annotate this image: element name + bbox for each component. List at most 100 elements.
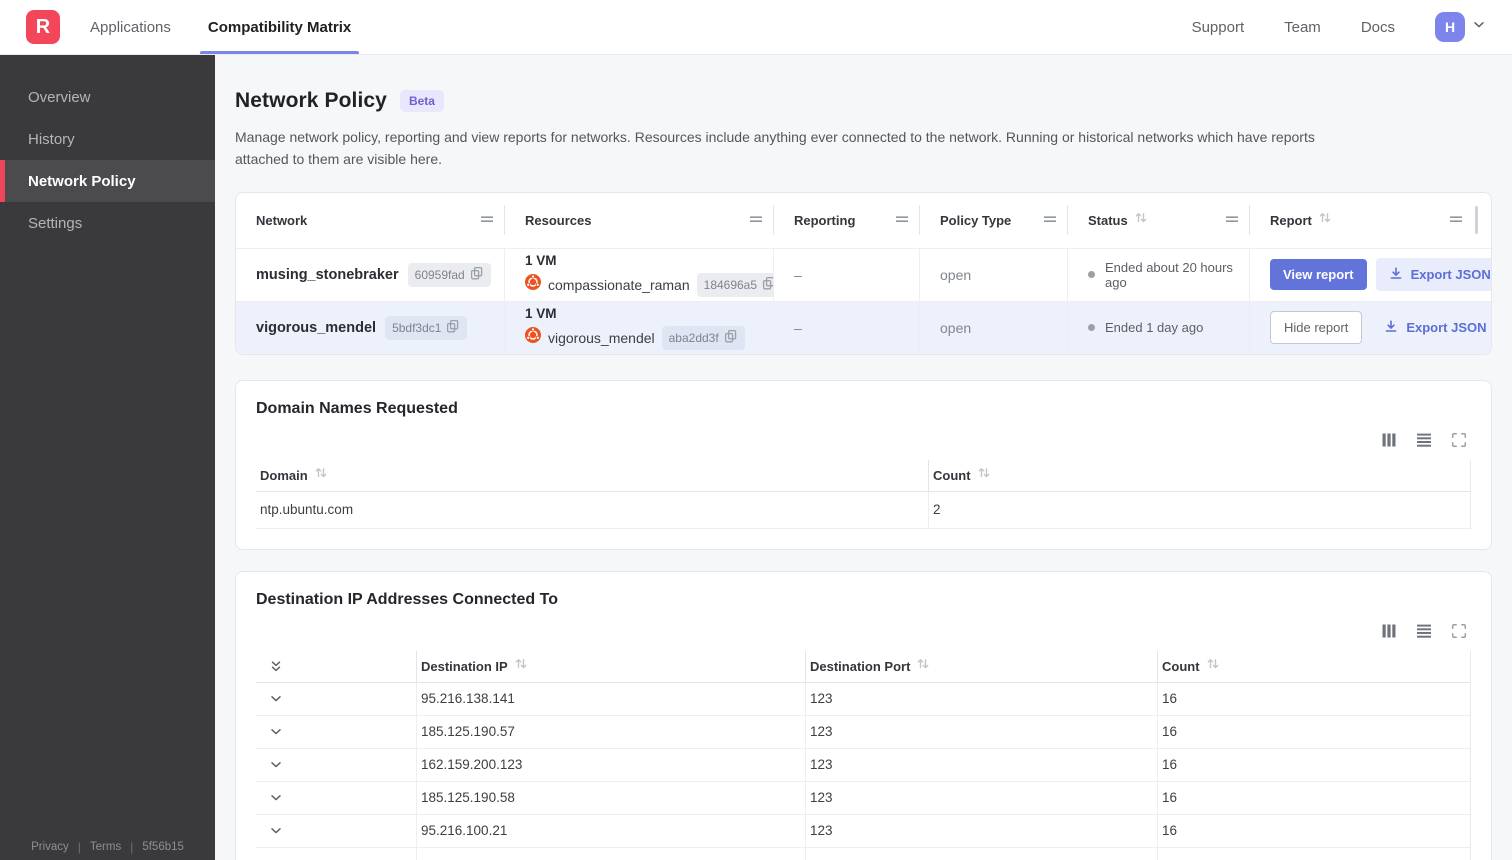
drag-handle-icon[interactable] <box>1449 211 1463 229</box>
table-row[interactable]: 95.216.100.21 123 16 <box>256 814 1470 848</box>
network-name: musing_stonebraker <box>256 266 399 283</box>
column-header-policy-type[interactable]: Policy Type <box>920 205 1068 236</box>
column-label: Destination IP <box>421 658 508 674</box>
copy-icon[interactable] <box>724 329 738 347</box>
ubuntu-icon <box>524 273 542 295</box>
expand-all-icon[interactable] <box>269 659 283 673</box>
columns-icon[interactable] <box>1381 623 1397 639</box>
sort-icon[interactable] <box>1134 211 1148 229</box>
drag-handle-icon[interactable] <box>749 211 763 229</box>
column-label: Status <box>1088 212 1128 228</box>
column-header-resources[interactable]: Resources <box>505 205 774 236</box>
table-row[interactable]: ntp.ubuntu.com 2 <box>256 491 1470 529</box>
sidebar-item-overview[interactable]: Overview <box>0 76 215 118</box>
beta-badge: Beta <box>399 90 444 112</box>
copy-icon[interactable] <box>762 276 773 294</box>
hash-text: 5bdf3dc1 <box>392 320 442 335</box>
drag-handle-icon[interactable] <box>1225 211 1239 229</box>
resource-name: vigorous_mendel <box>548 329 655 346</box>
resource-hash-pill[interactable]: 184696a5 <box>696 272 773 297</box>
sidebar-item-settings[interactable]: Settings <box>0 202 215 244</box>
table-row[interactable]: vigorous_mendel 5bdf3dc1 1 VM vigorous_m… <box>236 300 1491 354</box>
header-scroll-thumb[interactable] <box>1475 206 1478 235</box>
network-hash-pill[interactable]: 60959fad <box>407 262 491 287</box>
resource-hash-pill[interactable]: aba2dd3f <box>661 325 745 350</box>
copy-icon[interactable] <box>446 319 460 337</box>
sidebar-item-history[interactable]: History <box>0 118 215 160</box>
drag-handle-icon[interactable] <box>895 211 909 229</box>
tab-compatibility-matrix[interactable]: Compatibility Matrix <box>199 0 360 54</box>
expand-row-icon[interactable] <box>269 758 283 772</box>
page-description: Manage network policy, reporting and vie… <box>235 129 1315 168</box>
column-label: Report <box>1270 212 1312 228</box>
networks-table-header: Network Resources Reporting Policy Type <box>236 193 1491 248</box>
column-label: Domain <box>260 467 308 483</box>
drag-handle-icon[interactable] <box>480 211 494 229</box>
column-header-destination-port[interactable]: Destination Port <box>806 650 1158 682</box>
nav-link-support[interactable]: Support <box>1192 19 1245 36</box>
table-row[interactable]: 185.125.190.57 123 16 <box>256 715 1470 749</box>
sort-icon[interactable] <box>1318 211 1332 229</box>
tab-applications[interactable]: Applications <box>88 0 173 54</box>
sort-icon[interactable] <box>977 466 991 484</box>
expand-row-icon[interactable] <box>269 791 283 805</box>
domains-card-title: Domain Names Requested <box>256 399 458 417</box>
domains-card: Domain Names Requested Domain Count ntp.… <box>235 379 1492 550</box>
page-title: Network Policy <box>235 89 387 112</box>
privacy-link[interactable]: Privacy <box>31 841 69 853</box>
fullscreen-icon[interactable] <box>1451 432 1467 448</box>
view-report-button[interactable]: View report <box>1270 259 1367 291</box>
column-header-report[interactable]: Report <box>1250 205 1488 235</box>
nav-link-team[interactable]: Team <box>1284 19 1321 36</box>
reporting-value: – <box>794 319 802 336</box>
column-header-count[interactable]: Count <box>1158 651 1470 682</box>
network-hash-pill[interactable]: 5bdf3dc1 <box>385 315 468 340</box>
status-text: Ended 1 day ago <box>1105 320 1204 336</box>
table-row[interactable]: 162.159.200.123 123 16 <box>256 748 1470 782</box>
column-header-status[interactable]: Status <box>1068 205 1250 236</box>
build-version: 5f56b15 <box>142 841 184 853</box>
domains-table: Domain Count ntp.ubuntu.com 2 <box>256 459 1471 529</box>
column-header-reporting[interactable]: Reporting <box>774 205 920 236</box>
table-row[interactable]: 95.216.138.141 123 16 <box>256 682 1470 716</box>
column-label: Network <box>256 212 308 228</box>
ubuntu-icon <box>524 326 542 348</box>
fullscreen-icon[interactable] <box>1451 623 1467 639</box>
export-json-label: Export JSON <box>1406 320 1487 336</box>
resource-name: compassionate_raman <box>548 276 690 293</box>
column-header-destination-ip[interactable]: Destination IP <box>417 650 806 682</box>
destination-ip-value: 185.125.190.58 <box>417 781 806 814</box>
networks-table-card: Network Resources Reporting Policy Type <box>235 191 1492 355</box>
columns-icon[interactable] <box>1381 432 1397 448</box>
rows-density-icon[interactable] <box>1416 432 1432 448</box>
terms-link[interactable]: Terms <box>90 841 121 853</box>
sidebar-item-network-policy[interactable]: Network Policy <box>0 160 215 202</box>
export-json-button[interactable]: Export JSON <box>1371 311 1491 344</box>
table-row[interactable]: 185.125.190.58 123 16 <box>256 781 1470 815</box>
destination-ip-value: 185.125.190.57 <box>417 715 806 748</box>
rows-density-icon[interactable] <box>1416 623 1432 639</box>
drag-handle-icon[interactable] <box>1043 211 1057 229</box>
expand-row-icon[interactable] <box>269 692 283 706</box>
sort-icon[interactable] <box>1206 657 1220 675</box>
column-header-domain[interactable]: Domain <box>256 459 929 491</box>
user-menu[interactable]: H <box>1435 12 1486 42</box>
expand-row-icon[interactable] <box>269 824 283 838</box>
export-json-button[interactable]: Export JSON <box>1375 258 1491 292</box>
sort-icon[interactable] <box>314 466 328 484</box>
destination-ip-value: 95.216.100.21 <box>417 814 806 847</box>
expand-row-icon[interactable] <box>269 725 283 739</box>
sort-icon[interactable] <box>916 657 930 675</box>
copy-icon[interactable] <box>470 266 484 284</box>
policy-type-value: open <box>940 319 972 336</box>
column-header-network[interactable]: Network <box>236 205 505 236</box>
hide-report-button[interactable]: Hide report <box>1270 311 1363 345</box>
app-logo[interactable]: R <box>26 10 60 44</box>
sort-icon[interactable] <box>514 657 528 675</box>
domain-value: ntp.ubuntu.com <box>256 491 929 528</box>
column-header-count[interactable]: Count <box>929 460 1470 491</box>
table-row[interactable] <box>256 847 1470 860</box>
table-row[interactable]: musing_stonebraker 60959fad 1 VM compass… <box>236 247 1491 301</box>
nav-link-docs[interactable]: Docs <box>1361 19 1395 36</box>
resource-count: 1 VM <box>525 252 557 268</box>
